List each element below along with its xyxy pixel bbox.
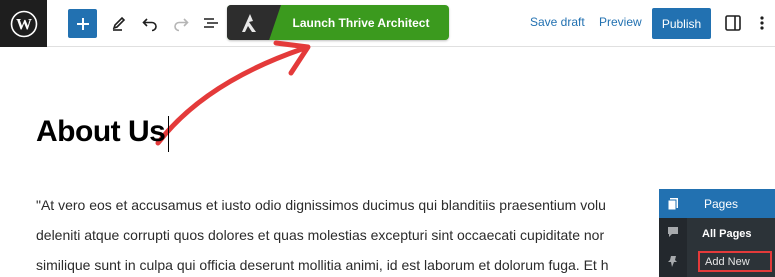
pencil-icon <box>112 16 126 31</box>
undo-button[interactable] <box>139 12 161 34</box>
paragraph-line: "At vero eos et accusamus et iusto odio … <box>36 197 606 213</box>
editor-top-toolbar: W Launch Thrive Architect Save draft Pre… <box>0 0 775 47</box>
launch-thrive-architect-button[interactable]: Launch Thrive Architect <box>227 5 449 40</box>
add-block-button[interactable] <box>68 9 97 38</box>
svg-text:W: W <box>16 16 32 33</box>
publish-button[interactable]: Publish <box>652 8 711 39</box>
all-pages-link[interactable]: All Pages <box>702 228 752 240</box>
admin-menu-flyout: Pages All Pages Add New <box>659 189 775 277</box>
paragraph-line: deleniti atque corrupti quos dolores et … <box>36 227 605 243</box>
preview-button[interactable]: Preview <box>599 15 642 29</box>
undo-icon <box>142 18 157 32</box>
page-title[interactable]: About Us <box>36 115 166 149</box>
more-options-icon <box>760 16 764 30</box>
tools-button[interactable] <box>108 12 130 34</box>
redo-icon <box>174 18 189 32</box>
pages-icon <box>659 197 687 211</box>
text-cursor <box>168 116 169 152</box>
settings-panel-button[interactable] <box>722 12 744 34</box>
pin-icon[interactable] <box>666 254 680 268</box>
list-view-button[interactable] <box>200 12 222 34</box>
sidebar-settings-icon <box>725 15 741 31</box>
comments-icon[interactable] <box>666 225 680 239</box>
redo-button[interactable] <box>170 12 192 34</box>
pages-submenu: All Pages Add New <box>687 218 775 277</box>
paragraph-block[interactable]: "At vero eos et accusamus et iusto odio … <box>36 190 736 277</box>
plus-icon <box>76 17 89 30</box>
pages-menu-label: Pages <box>704 196 739 211</box>
annotation-arrow-icon <box>155 40 311 146</box>
admin-menu-pages[interactable]: Pages <box>659 189 775 218</box>
list-view-icon <box>204 18 218 28</box>
thrive-architect-logo-icon <box>227 5 281 40</box>
wordpress-logo-icon[interactable]: W <box>0 0 47 47</box>
more-options-button[interactable] <box>755 12 769 34</box>
paragraph-line: similique sunt in culpa qui officia dese… <box>36 257 609 273</box>
thrive-button-label: Launch Thrive Architect <box>292 15 430 30</box>
add-new-page-link[interactable]: Add New <box>698 251 772 272</box>
save-draft-button[interactable]: Save draft <box>530 15 585 29</box>
